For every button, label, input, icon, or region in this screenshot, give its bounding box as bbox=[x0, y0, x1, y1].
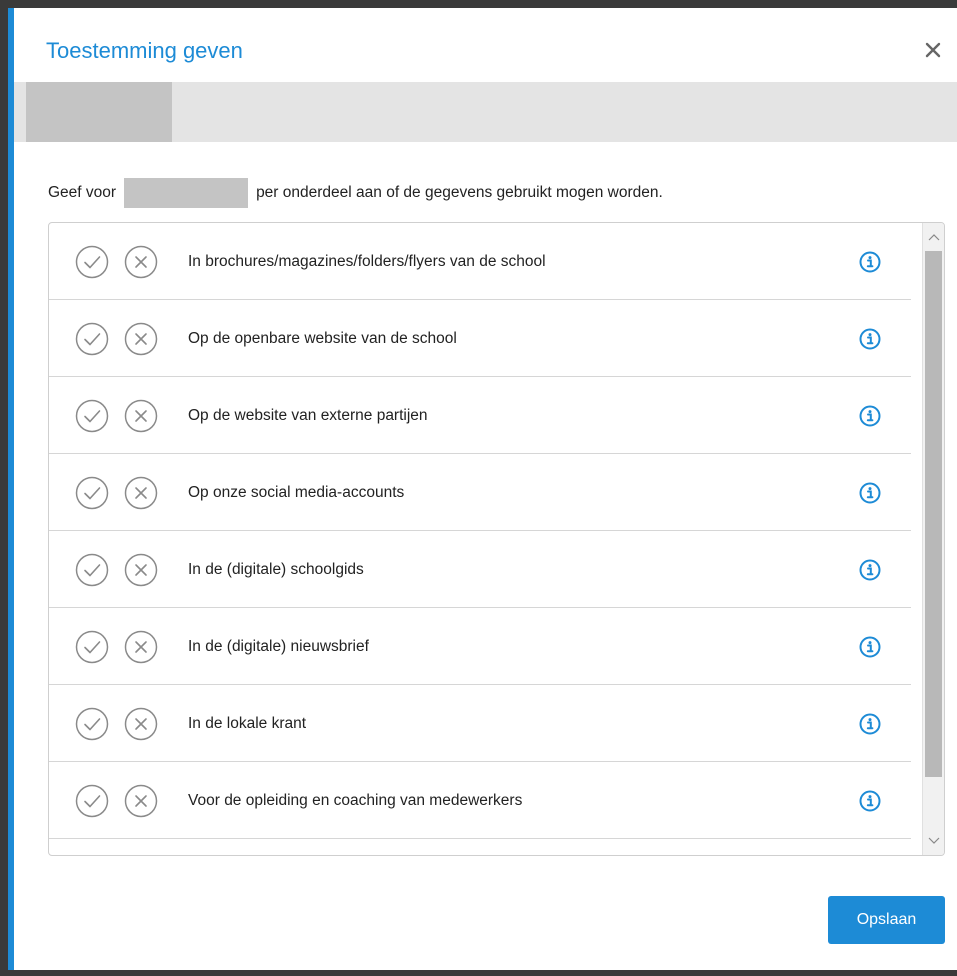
x-circle-icon[interactable] bbox=[124, 476, 158, 510]
info-icon[interactable] bbox=[859, 790, 881, 812]
consent-label: Op de website van externe partijen bbox=[188, 407, 428, 424]
x-circle-icon[interactable] bbox=[124, 630, 158, 664]
x-circle-icon[interactable] bbox=[124, 322, 158, 356]
info-icon[interactable] bbox=[859, 482, 881, 504]
check-circle-icon[interactable] bbox=[75, 784, 109, 818]
intro-before: Geef voor bbox=[48, 184, 117, 201]
consent-row: Op de website van externe partijen bbox=[49, 377, 911, 454]
consent-rows: In brochures/magazines/folders/flyers va… bbox=[49, 223, 911, 855]
info-icon[interactable] bbox=[859, 251, 881, 273]
close-icon[interactable] bbox=[923, 40, 943, 60]
consent-row: In de lokale krant bbox=[49, 685, 911, 762]
consent-list: In brochures/magazines/folders/flyers va… bbox=[48, 222, 945, 856]
x-circle-icon[interactable] bbox=[124, 399, 158, 433]
info-icon[interactable] bbox=[859, 559, 881, 581]
scroll-down-button[interactable] bbox=[923, 829, 944, 853]
tab-bar bbox=[14, 82, 957, 142]
save-button[interactable]: Opslaan bbox=[828, 896, 945, 944]
consent-label: In de lokale krant bbox=[188, 715, 307, 732]
consent-row: Voor de opleiding en coaching van medewe… bbox=[49, 762, 911, 839]
check-circle-icon[interactable] bbox=[75, 630, 109, 664]
tab-selected[interactable] bbox=[26, 82, 172, 142]
info-icon[interactable] bbox=[859, 328, 881, 350]
intro-after: per onderdeel aan of de gegevens gebruik… bbox=[256, 184, 663, 201]
consent-label: Op de openbare website van de school bbox=[188, 330, 457, 347]
info-icon[interactable] bbox=[859, 405, 881, 427]
check-circle-icon[interactable] bbox=[75, 707, 109, 741]
consent-label: In de (digitale) nieuwsbrief bbox=[188, 638, 369, 655]
check-circle-icon[interactable] bbox=[75, 399, 109, 433]
info-icon[interactable] bbox=[859, 713, 881, 735]
consent-label: In de (digitale) schoolgids bbox=[188, 561, 364, 578]
consent-row: Op de openbare website van de school bbox=[49, 300, 911, 377]
check-circle-icon[interactable] bbox=[75, 476, 109, 510]
check-circle-icon[interactable] bbox=[75, 553, 109, 587]
consent-dialog: Toestemming geven Geef voor per onderdee… bbox=[8, 8, 957, 970]
consent-label: Voor de opleiding en coaching van medewe… bbox=[188, 792, 523, 809]
consent-label: Op onze social media-accounts bbox=[188, 484, 405, 501]
x-circle-icon[interactable] bbox=[124, 553, 158, 587]
dialog-title: Toestemming geven bbox=[46, 38, 243, 63]
consent-row: In de (digitale) schoolgids bbox=[49, 531, 911, 608]
scroll-up-button[interactable] bbox=[923, 225, 944, 249]
scrollbar[interactable] bbox=[922, 223, 944, 855]
chevron-down-icon bbox=[928, 837, 939, 844]
consent-row-partial bbox=[49, 839, 911, 855]
consent-label: In brochures/magazines/folders/flyers va… bbox=[188, 253, 546, 270]
x-circle-icon[interactable] bbox=[124, 245, 158, 279]
x-circle-icon[interactable] bbox=[124, 784, 158, 818]
redacted-name bbox=[124, 178, 249, 208]
intro-text: Geef voor per onderdeel aan of de gegeve… bbox=[48, 178, 663, 208]
check-circle-icon[interactable] bbox=[75, 245, 109, 279]
scroll-thumb[interactable] bbox=[925, 251, 942, 777]
chevron-up-icon bbox=[928, 234, 939, 241]
dialog-header: Toestemming geven bbox=[14, 8, 957, 81]
x-circle-icon[interactable] bbox=[124, 707, 158, 741]
info-icon[interactable] bbox=[859, 636, 881, 658]
consent-row: In de (digitale) nieuwsbrief bbox=[49, 608, 911, 685]
check-circle-icon[interactable] bbox=[75, 322, 109, 356]
consent-row: Op onze social media-accounts bbox=[49, 454, 911, 531]
consent-row: In brochures/magazines/folders/flyers va… bbox=[49, 223, 911, 300]
